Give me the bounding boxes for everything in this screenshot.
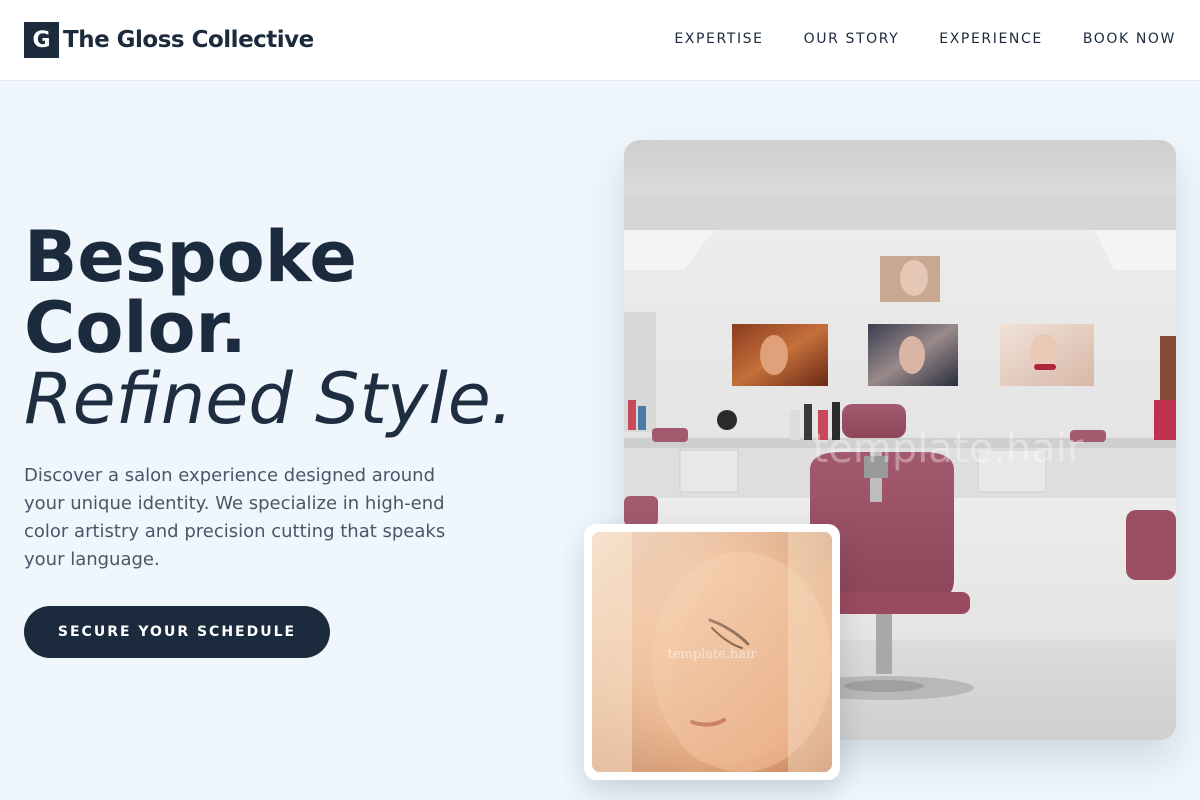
headline-line-1: Bespoke <box>24 216 357 298</box>
headline-line-2: Color. <box>24 287 247 369</box>
hero-description: Discover a salon experience designed aro… <box>24 465 446 570</box>
nav-link-our-story[interactable]: OUR STORY <box>804 31 900 47</box>
model-portrait-card: template.hair <box>584 524 840 780</box>
nav-link-expertise[interactable]: EXPERTISE <box>674 31 763 47</box>
logo-link[interactable]: G The Gloss Collective <box>24 22 314 58</box>
site-header: G The Gloss Collective EXPERTISE OUR STO… <box>0 0 1200 81</box>
nav-link-experience[interactable]: EXPERIENCE <box>939 31 1043 47</box>
secure-schedule-button[interactable]: SECURE YOUR SCHEDULE <box>24 606 330 658</box>
model-portrait-image: template.hair <box>592 532 832 772</box>
nav-link-book-now[interactable]: BOOK NOW <box>1083 31 1176 47</box>
headline-line-3: Refined Style. <box>24 358 514 440</box>
small-image-watermark: template.hair <box>667 647 757 662</box>
brand-name: The Gloss Collective <box>63 27 314 53</box>
main-nav: EXPERTISE OUR STORY EXPERIENCE BOOK NOW <box>674 31 1176 47</box>
hero-headline: Bespoke Color. Refined Style. <box>24 222 513 435</box>
logo-mark: G <box>24 22 59 58</box>
main-image-watermark: template.hair <box>813 426 1084 472</box>
